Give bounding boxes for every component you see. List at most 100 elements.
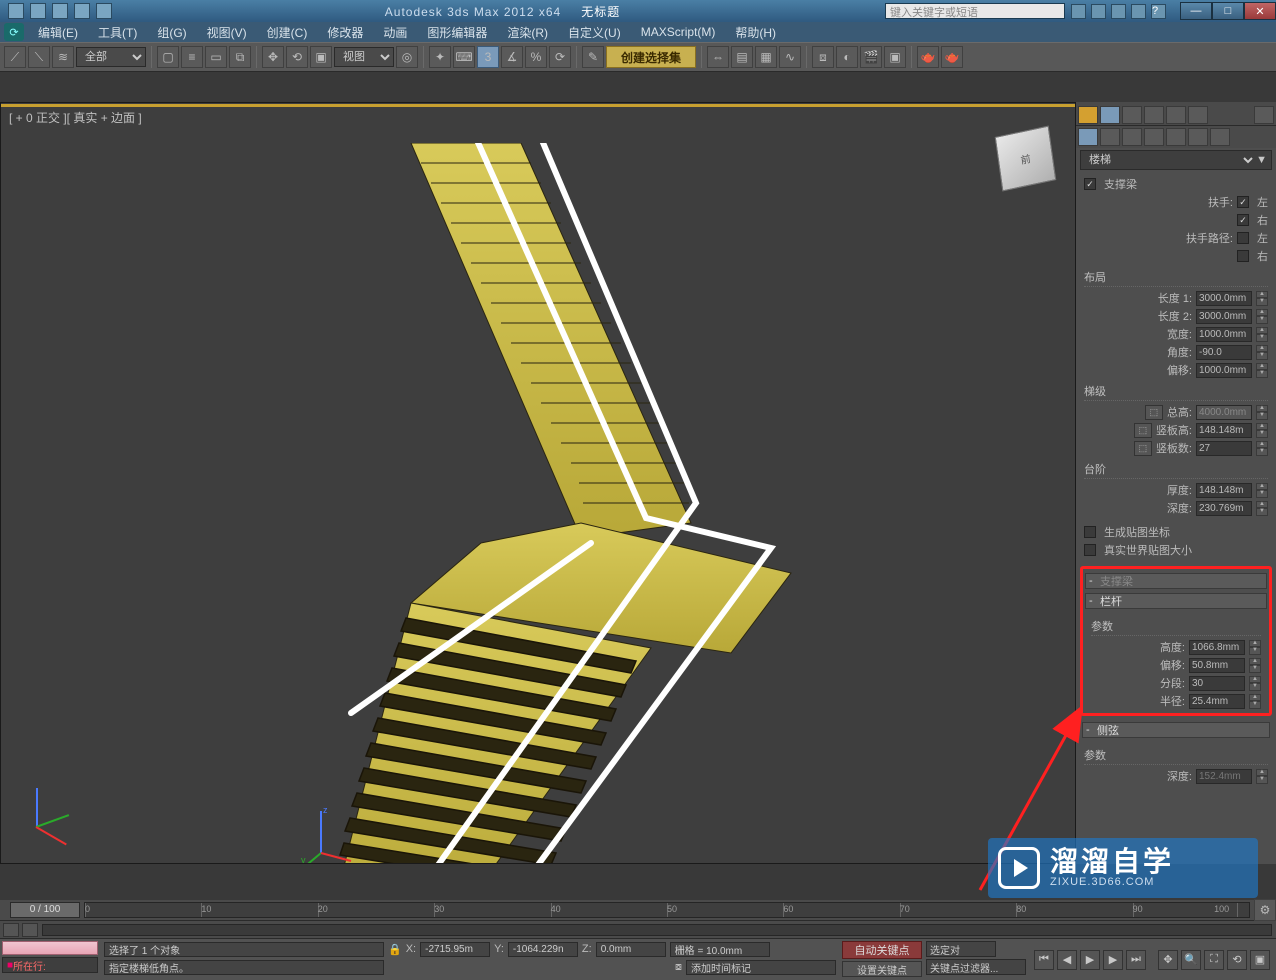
- create-spacewarps-icon[interactable]: [1188, 128, 1208, 146]
- link-icon[interactable]: ⟋: [4, 46, 26, 68]
- selection-filter-dropdown[interactable]: 全部: [76, 47, 146, 67]
- help-search-input[interactable]: 键入关键字或短语: [885, 3, 1065, 19]
- viewport-label[interactable]: [ + 0 正交 ][ 真实 + 边面 ]: [9, 109, 142, 126]
- qat-save-icon[interactable]: [52, 3, 68, 19]
- menu-customize[interactable]: 自定义(U): [558, 22, 631, 42]
- stringer-rollup-cut[interactable]: 支撑梁: [1085, 573, 1267, 589]
- qat-redo-icon[interactable]: [96, 3, 112, 19]
- edit-named-sel-icon[interactable]: ✎: [582, 46, 604, 68]
- menu-maxscript[interactable]: MAXScript(M): [631, 22, 726, 42]
- rise-total-spinner[interactable]: 4000.0mm: [1196, 405, 1252, 420]
- maximize-viewport-icon[interactable]: ▣: [1250, 950, 1270, 970]
- layers-icon[interactable]: ▦: [755, 46, 777, 68]
- curve-editor-icon[interactable]: ∿: [779, 46, 801, 68]
- menu-animation[interactable]: 动画: [373, 22, 417, 42]
- angle-snap-icon[interactable]: ∡: [501, 46, 523, 68]
- riser-height-spinner[interactable]: 148.148m: [1196, 423, 1252, 438]
- menu-edit[interactable]: 编辑(E): [28, 22, 88, 42]
- select-scale-icon[interactable]: ▣: [310, 46, 332, 68]
- rise-riser-lock-icon[interactable]: ⬚: [1134, 423, 1152, 438]
- create-systems-icon[interactable]: [1210, 128, 1230, 146]
- width-spinner[interactable]: 1000.0mm: [1196, 327, 1252, 342]
- stringer-checkbox[interactable]: [1084, 178, 1096, 190]
- rail-segments-spinner[interactable]: 30: [1189, 676, 1245, 691]
- exchange-icon[interactable]: [1111, 4, 1126, 19]
- menu-group[interactable]: 组(G): [147, 22, 196, 42]
- menu-modifiers[interactable]: 修改器: [317, 22, 373, 42]
- help-icon[interactable]: ?: [1151, 4, 1166, 19]
- auto-key-button[interactable]: 自动关键点: [842, 941, 922, 959]
- tab-modify-icon[interactable]: [1100, 106, 1120, 124]
- mirror-icon[interactable]: ⇔: [707, 46, 729, 68]
- time-tag-icon[interactable]: ⧇: [675, 961, 682, 974]
- render-iterative-icon[interactable]: 🫖: [941, 46, 963, 68]
- select-manipulate-icon[interactable]: ✦: [429, 46, 451, 68]
- menu-create[interactable]: 创建(C): [257, 22, 318, 42]
- next-frame-icon[interactable]: ▶: [1103, 950, 1123, 970]
- lock-icon[interactable]: 🔒: [388, 943, 402, 956]
- length2-spinner[interactable]: 3000.0mm: [1196, 309, 1252, 324]
- schematic-view-icon[interactable]: ⧈: [812, 46, 834, 68]
- railpath-right-checkbox[interactable]: [1237, 250, 1249, 262]
- rail-offset-spinner[interactable]: 50.8mm: [1189, 658, 1245, 673]
- rail-radius-spinner[interactable]: 25.4mm: [1189, 694, 1245, 709]
- script-mini-listener[interactable]: [2, 941, 98, 955]
- render-production-icon[interactable]: 🫖: [917, 46, 939, 68]
- time-slider-thumb[interactable]: 0 / 100: [10, 902, 80, 918]
- rendered-frame-icon[interactable]: ▣: [884, 46, 906, 68]
- ref-coord-dropdown[interactable]: 视图: [334, 47, 394, 67]
- zoom-icon[interactable]: 🔍: [1181, 950, 1201, 970]
- qat-undo-icon[interactable]: [74, 3, 90, 19]
- tab-hammer-icon[interactable]: [1254, 106, 1274, 124]
- favorites-icon[interactable]: [1131, 4, 1146, 19]
- coord-y-field[interactable]: -1064.229n: [508, 942, 578, 957]
- align-icon[interactable]: ▤: [731, 46, 753, 68]
- handrail-right-checkbox[interactable]: [1237, 214, 1249, 226]
- coord-z-field[interactable]: 0.0mm: [596, 942, 666, 957]
- create-geometry-icon[interactable]: [1078, 128, 1098, 146]
- menu-rendering[interactable]: 渲染(R): [497, 22, 558, 42]
- render-setup-icon[interactable]: 🎬: [860, 46, 882, 68]
- tab-hierarchy-icon[interactable]: [1122, 106, 1142, 124]
- keyboard-shortcut-icon[interactable]: ⌨: [453, 46, 475, 68]
- trackbar-open-icon[interactable]: [3, 923, 19, 937]
- pivot-center-icon[interactable]: ◎: [396, 46, 418, 68]
- unlink-icon[interactable]: ⟍: [28, 46, 50, 68]
- tab-create-icon[interactable]: [1078, 106, 1098, 124]
- time-slider-bar[interactable]: 0 / 100 0 10 20 30 40 50 60 70 80 90 100…: [0, 900, 1276, 920]
- railpath-left-checkbox[interactable]: [1237, 232, 1249, 244]
- create-cameras-icon[interactable]: [1144, 128, 1164, 146]
- prev-frame-icon[interactable]: ◀: [1057, 950, 1077, 970]
- viewport[interactable]: [ + 0 正交 ][ 真实 + 边面 ] 前: [0, 102, 1076, 864]
- menu-views[interactable]: 视图(V): [197, 22, 257, 42]
- orbit-icon[interactable]: ⟲: [1227, 950, 1247, 970]
- material-editor-icon[interactable]: ◐: [836, 46, 858, 68]
- key-filters-button[interactable]: 关键点过滤器...: [926, 959, 1026, 975]
- add-time-tag[interactable]: 添加时间标记: [686, 960, 836, 975]
- key-mode-dropdown[interactable]: 选定对: [926, 941, 996, 957]
- goto-start-icon[interactable]: ⏮: [1034, 950, 1054, 970]
- riser-count-spinner[interactable]: 27: [1196, 441, 1252, 456]
- step-thickness-spinner[interactable]: 148.148m: [1196, 483, 1252, 498]
- rail-height-spinner[interactable]: 1066.8mm: [1189, 640, 1245, 655]
- goto-end-icon[interactable]: ⏭: [1126, 950, 1146, 970]
- angle-spinner[interactable]: -90.0: [1196, 345, 1252, 360]
- create-helpers-icon[interactable]: [1166, 128, 1186, 146]
- qat-open-icon[interactable]: [30, 3, 46, 19]
- zoom-extents-icon[interactable]: ⛶: [1204, 950, 1224, 970]
- layout-offset-spinner[interactable]: 1000.0mm: [1196, 363, 1252, 378]
- railing-rollup-head[interactable]: 栏杆: [1085, 593, 1267, 609]
- transform-gizmo[interactable]: zyx: [301, 803, 361, 864]
- track-bar[interactable]: [0, 920, 1276, 938]
- select-by-name-icon[interactable]: ≡: [181, 46, 203, 68]
- menu-grapheditors[interactable]: 图形编辑器: [417, 22, 497, 42]
- spinner-snap-icon[interactable]: ⟳: [549, 46, 571, 68]
- play-icon[interactable]: ▶: [1080, 950, 1100, 970]
- named-selection-set-input[interactable]: 创建选择集: [606, 46, 696, 68]
- viewcube[interactable]: 前: [990, 123, 1060, 193]
- infocenter-icon[interactable]: [1071, 4, 1086, 19]
- trackbar-filter-icon[interactable]: [22, 923, 38, 937]
- time-config-icon[interactable]: ⚙: [1254, 899, 1276, 921]
- signin-icon[interactable]: [1091, 4, 1106, 19]
- length1-spinner[interactable]: 3000.0mm: [1196, 291, 1252, 306]
